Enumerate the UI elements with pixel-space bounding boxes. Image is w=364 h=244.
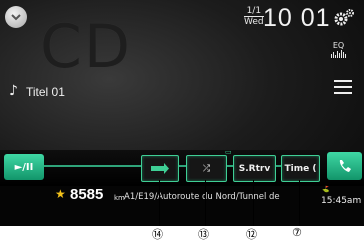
- arrival-icon: ⛳: [322, 186, 330, 193]
- phone-button[interactable]: [327, 152, 362, 180]
- date-weekday: Wed: [244, 17, 264, 27]
- arrival-time: 15:45am: [321, 196, 362, 206]
- time-button[interactable]: Time (: [281, 155, 320, 182]
- road-name: A1/E19/Autoroute du Nord/Tunnel de: [124, 192, 280, 202]
- repeat-icon: [151, 162, 169, 174]
- music-note-icon: ♪: [9, 83, 18, 99]
- callout-12: ⑫: [246, 228, 257, 241]
- settings-button[interactable]: [333, 8, 355, 32]
- callout-line-14: [159, 180, 160, 226]
- phone-icon: [339, 160, 351, 172]
- date-display: 1/1 Wed: [244, 6, 264, 27]
- date-fraction: 1/1: [244, 6, 264, 17]
- source-background-label: CD: [40, 12, 133, 82]
- callout-7: ⑦: [292, 226, 302, 239]
- distance-value: 8585: [70, 186, 104, 203]
- callout-line-7: [299, 180, 300, 226]
- star-icon: ★: [55, 187, 66, 201]
- collapse-button[interactable]: [5, 6, 27, 28]
- gear-icon: [334, 9, 354, 26]
- head-unit-screen: CD 1/1 Wed 10 01 EQ ♪ Titel 01 ►/II ▭ ⤮ …: [0, 0, 364, 226]
- eq-label: EQ: [332, 41, 345, 50]
- callout-14: ⑭: [152, 228, 163, 241]
- play-pause-button[interactable]: ►/II: [4, 154, 44, 180]
- clock: 10 01: [263, 4, 331, 32]
- callout-line-12: [253, 180, 254, 226]
- shuffle-button[interactable]: ⤮: [186, 155, 227, 182]
- eq-button[interactable]: EQ: [331, 42, 346, 58]
- chevron-down-icon: [11, 14, 21, 21]
- callout-13: ⑬: [198, 228, 209, 241]
- sound-retriever-button[interactable]: S.Rtrv: [233, 155, 276, 182]
- list-menu-button[interactable]: [334, 80, 352, 98]
- callout-line-13: [205, 180, 206, 226]
- equalizer-icon: [331, 50, 346, 58]
- repeat-button[interactable]: [141, 155, 179, 182]
- track-title: Titel 01: [26, 85, 65, 99]
